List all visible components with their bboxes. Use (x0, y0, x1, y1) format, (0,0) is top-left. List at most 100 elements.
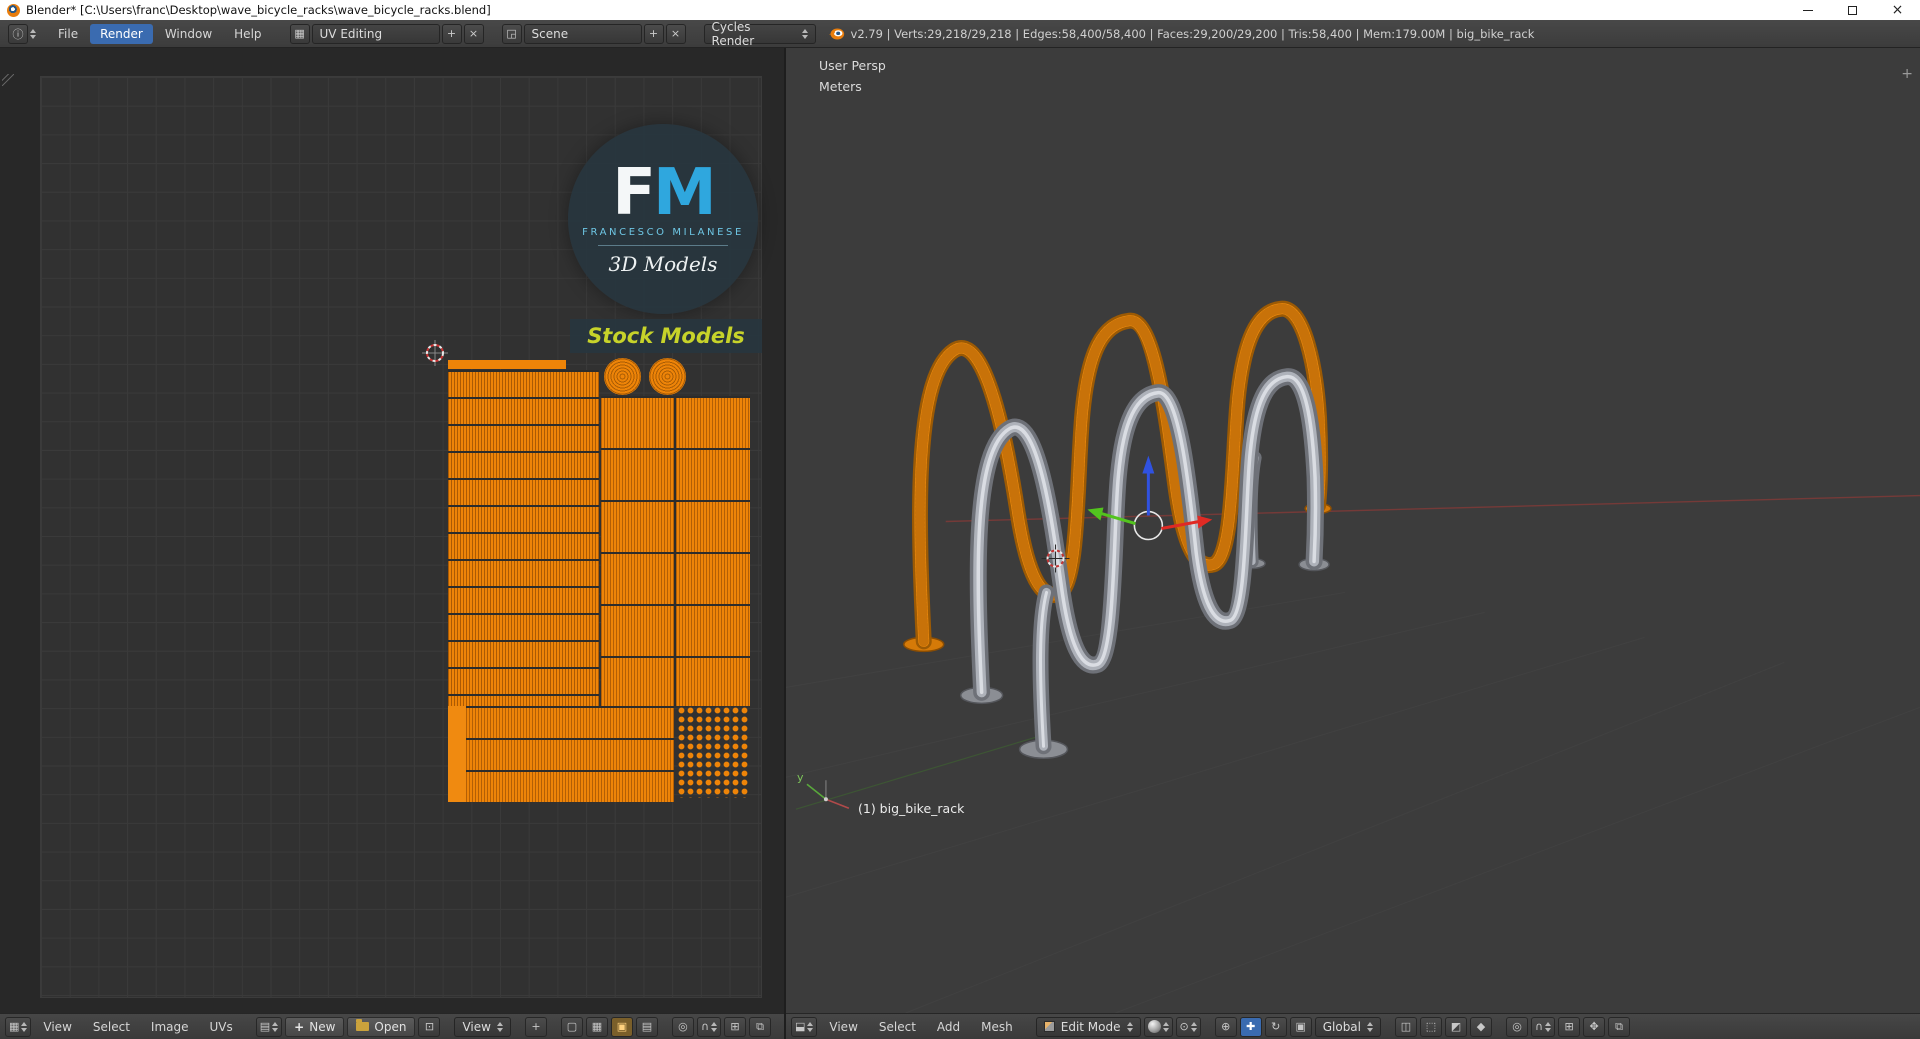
uv-menu-image[interactable]: Image (142, 1018, 198, 1036)
vp-snap-button[interactable]: ∩ (1531, 1016, 1556, 1037)
vertex-select-icon: ⬚ (1425, 1020, 1437, 1033)
edge-select-button[interactable]: ◩ (1445, 1016, 1467, 1037)
uv-island-block-bottom[interactable] (448, 706, 674, 802)
anim-render-icon: ⧉ (1615, 1019, 1623, 1033)
screen-layout-value: UV Editing (319, 26, 383, 41)
pivot-point-button[interactable]: ⊙ (1175, 1016, 1201, 1037)
uv-island-block-right[interactable] (601, 396, 750, 706)
uv-pivot-button[interactable]: ⊞ (724, 1016, 747, 1037)
stats-text: v2.79 | Verts:29,218/29,218 | Edges:58,4… (850, 26, 1535, 41)
mode-value: Edit Mode (1060, 1019, 1121, 1034)
editor-type-dropdown-arrows[interactable] (30, 28, 36, 39)
uv-snap-button[interactable]: ∩ (696, 1016, 722, 1037)
uv-view-dropdown[interactable]: View (454, 1016, 511, 1037)
menu-file[interactable]: File (48, 24, 88, 44)
vp-menu-add[interactable]: Add (928, 1018, 969, 1036)
editor-type-info-button[interactable]: ⓘ (8, 23, 28, 44)
scene-dropdown[interactable]: Scene (523, 23, 642, 44)
manipulator-translate-button[interactable]: ✚ (1239, 1016, 1262, 1037)
scale-icon: ▣ (1295, 1020, 1306, 1033)
pin-icon: ⊡ (424, 1020, 435, 1033)
viewport-3d-canvas[interactable]: User Persp Meters (1) big_bike_rack y + (786, 48, 1920, 1013)
uv-island-dots[interactable] (677, 706, 748, 798)
uv-island-circle[interactable] (649, 358, 686, 395)
watermark-initials: FM (612, 161, 716, 225)
crosshair-icon: + (531, 1020, 541, 1033)
delete-layout-button[interactable]: × (463, 23, 484, 44)
vp-proportional-edit-button[interactable]: ◎ (1506, 1016, 1528, 1037)
opengl-anim-button[interactable]: ⧉ (1608, 1016, 1631, 1037)
watermark-logo: FM FRANCESCO MILANESE 3D Models (568, 124, 758, 314)
uv-menu-uvs[interactable]: UVs (201, 1018, 242, 1036)
vertex-select-button[interactable]: ⬚ (1420, 1016, 1442, 1037)
watermark-divider (598, 244, 728, 246)
viewport-persp-label: User Persp (819, 58, 886, 73)
menu-help[interactable]: Help (224, 24, 271, 44)
viewport-units-label: Meters (819, 79, 862, 94)
minimize-button[interactable] (1785, 0, 1830, 20)
viewport-3d-header: ⬓ View Select Add Mesh Edit Mode ⊙ ⊕ ✚ ↻… (786, 1013, 1920, 1039)
image-browse-button[interactable]: ▤ (255, 1016, 283, 1037)
menu-render[interactable]: Render (90, 23, 153, 44)
folder-icon (356, 1019, 370, 1031)
viewport-shading-button[interactable] (1143, 1016, 1173, 1037)
vp-editor-type-button[interactable]: ⬓ (791, 1016, 818, 1037)
scene-icon-button[interactable]: ◲ (501, 23, 522, 44)
vp-magnet-icon: ∩ (1535, 1020, 1544, 1033)
magnet-icon: ∩ (700, 1020, 710, 1033)
close-button[interactable]: × (1875, 0, 1920, 20)
uv-editor-header: ▦ View Select Image UVs ▤ + New Open ⊡ V… (0, 1013, 784, 1039)
uv-editor-pane: FM FRANCESCO MILANESE 3D Models Stock Mo… (0, 48, 784, 1039)
uv-display-outline-button[interactable]: ▢ (560, 1016, 583, 1037)
proportional-edit-button[interactable]: ◎ (671, 1016, 694, 1037)
uv-menu-select[interactable]: Select (84, 1018, 139, 1036)
screen-layout-icon-button[interactable]: ▦ (289, 23, 310, 44)
snap-element-button[interactable]: ⊞ (1558, 1016, 1581, 1037)
pin-image-button[interactable]: ⊡ (418, 1016, 441, 1037)
uv-editor-type-button[interactable]: ▦ (5, 1016, 32, 1037)
uv-view-arrows (496, 1021, 503, 1032)
menu-window[interactable]: Window (155, 24, 222, 44)
uv-editor-canvas[interactable]: FM FRANCESCO MILANESE 3D Models Stock Mo… (0, 48, 784, 1013)
uv-island-strip[interactable] (448, 360, 566, 369)
uv-menu-view[interactable]: View (34, 1018, 80, 1036)
uv-cursor-snap-button[interactable]: + (524, 1016, 547, 1037)
uv-display-black-button[interactable]: ▣ (610, 1016, 633, 1037)
manipulator-scale-button[interactable]: ▣ (1289, 1016, 1312, 1037)
uv-island-circle[interactable] (604, 358, 641, 395)
viewport-3d-pane: User Persp Meters (1) big_bike_rack y + … (784, 48, 1920, 1039)
watermark-banner-text: Stock Models (587, 324, 745, 348)
pivot-center-icon: ⊙ (1179, 1020, 1189, 1033)
vp-menu-view[interactable]: View (820, 1018, 866, 1036)
region-corner-handle[interactable] (2, 74, 14, 86)
open-image-button[interactable]: Open (347, 1016, 416, 1037)
screen-layout-dropdown[interactable]: UV Editing (311, 23, 440, 44)
scene-value: Scene (531, 26, 569, 41)
info-header: ⓘ File Render Window Help ▦ UV Editing +… (0, 20, 1920, 48)
manipulator-toggle-button[interactable]: ⊕ (1214, 1016, 1237, 1037)
editor-type-arrows (21, 1021, 28, 1032)
vp-menu-select[interactable]: Select (870, 1018, 925, 1036)
uv-render-ui-button[interactable]: ⧉ (749, 1016, 772, 1037)
occlude-geometry-button[interactable]: ◫ (1395, 1016, 1417, 1037)
render-preview-button[interactable]: ◆ (1470, 1016, 1492, 1037)
bike-rack-gray[interactable] (959, 377, 1330, 760)
opengl-render-button[interactable]: ✥ (1583, 1016, 1606, 1037)
render-preview-icon: ◆ (1476, 1020, 1486, 1033)
maximize-button[interactable] (1830, 0, 1875, 20)
add-layout-button[interactable]: + (441, 23, 462, 44)
delete-scene-button[interactable]: × (665, 23, 686, 44)
vp-menu-mesh[interactable]: Mesh (972, 1018, 1022, 1036)
uv-display-dash-button[interactable]: ▦ (585, 1016, 608, 1037)
region-toggle-plus-icon[interactable]: + (1901, 66, 1913, 82)
new-image-button[interactable]: + New (285, 1016, 345, 1037)
uv-display-white-button[interactable]: ▤ (635, 1016, 658, 1037)
add-scene-button[interactable]: + (643, 23, 664, 44)
mode-dropdown[interactable]: Edit Mode (1035, 1016, 1141, 1037)
manipulator-rotate-button[interactable]: ↻ (1264, 1016, 1287, 1037)
uv-2d-cursor (422, 340, 448, 366)
image-browse-arrows (272, 1021, 279, 1032)
orientation-dropdown[interactable]: Global (1314, 1016, 1381, 1037)
stats-bar: v2.79 | Verts:29,218/29,218 | Edges:58,4… (828, 26, 1535, 41)
render-engine-dropdown[interactable]: Cycles Render (703, 20, 816, 48)
